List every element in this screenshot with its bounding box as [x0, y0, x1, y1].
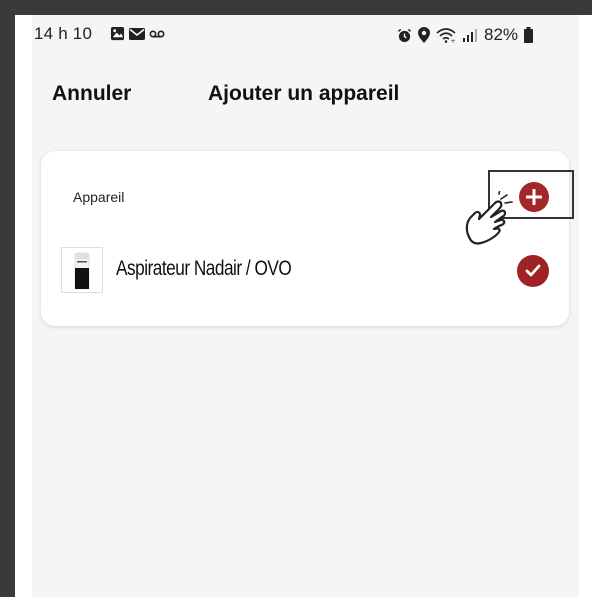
- status-notification-icons: [110, 26, 165, 41]
- status-system-icons: + 82%: [397, 25, 534, 45]
- battery-percentage: 82%: [484, 25, 519, 44]
- hand-pointer-icon: [465, 191, 513, 245]
- voicemail-icon: [149, 30, 165, 37]
- location-icon: [418, 27, 430, 43]
- app-header: Annuler Ajouter un appareil: [32, 72, 579, 122]
- image-icon: [110, 26, 125, 41]
- section-label: Appareil: [73, 189, 125, 205]
- mail-icon: [129, 27, 145, 40]
- device-frame-top: [0, 0, 592, 15]
- device-thumbnail: [61, 247, 103, 293]
- device-selected-check[interactable]: [517, 255, 549, 287]
- status-time: 14 h 10: [34, 24, 93, 43]
- wifi-icon: +: [436, 27, 456, 43]
- battery-icon: [524, 27, 534, 43]
- vacuum-product-image: [74, 252, 90, 290]
- check-icon: [525, 264, 541, 277]
- alarm-icon: [397, 28, 412, 42]
- device-name: Aspirateur Nadair / OVO: [116, 257, 292, 280]
- signal-icon: [463, 29, 477, 42]
- device-card: Appareil Aspirateur Nadair / OVO: [41, 151, 574, 326]
- page-title: Ajouter un appareil: [208, 82, 400, 105]
- device-frame-left: [0, 0, 15, 597]
- svg-text:+: +: [451, 38, 456, 43]
- cancel-button[interactable]: Annuler: [52, 82, 131, 106]
- screen-margin-right: [579, 15, 592, 597]
- status-bar: 14 h 10 + 82%: [34, 22, 544, 48]
- screen-margin-left: [15, 15, 32, 597]
